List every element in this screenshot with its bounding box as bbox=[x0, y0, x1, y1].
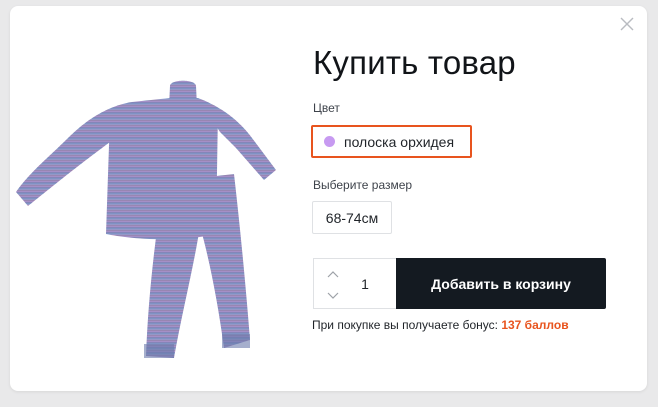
color-option-selected[interactable]: полоска орхидея bbox=[311, 125, 472, 158]
bonus-info: При покупке вы получаете бонус: 137 балл… bbox=[312, 318, 569, 332]
chevron-down-icon[interactable] bbox=[323, 287, 343, 303]
color-swatch bbox=[324, 136, 335, 147]
bonus-points: 137 баллов bbox=[501, 318, 569, 332]
add-to-cart-button[interactable]: Добавить в корзину bbox=[396, 258, 606, 309]
color-option-label: полоска орхидея bbox=[344, 133, 455, 150]
quantity-stepper bbox=[313, 258, 396, 309]
size-label: Выберите размер bbox=[313, 178, 413, 192]
purchase-modal: Купить товар Цвет полоска орхидея Выбери… bbox=[10, 6, 647, 391]
modal-title: Купить товар bbox=[313, 44, 516, 81]
size-option-selected[interactable]: 68-74см bbox=[312, 201, 392, 234]
product-image bbox=[14, 76, 290, 368]
close-icon[interactable] bbox=[619, 16, 635, 32]
bonus-text: При покупке вы получаете бонус: bbox=[312, 318, 498, 332]
color-label: Цвет bbox=[313, 101, 340, 115]
chevron-up-icon[interactable] bbox=[323, 267, 343, 283]
quantity-input[interactable] bbox=[350, 259, 380, 308]
